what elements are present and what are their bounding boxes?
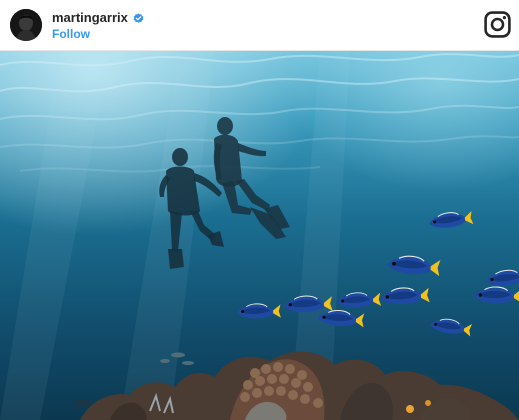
verified-badge-icon [133,12,144,23]
post-header: martingarrix Follow [0,0,519,51]
underwater-photo [0,51,519,420]
username-row: martingarrix [52,11,144,25]
avatar-image [10,9,42,41]
follow-link[interactable]: Follow [52,27,90,41]
instagram-embed-post: martingarrix Follow [0,0,519,420]
instagram-icon[interactable] [484,11,511,38]
post-photo[interactable] [0,51,519,420]
avatar[interactable] [10,9,42,41]
username-link[interactable]: martingarrix [52,11,128,25]
